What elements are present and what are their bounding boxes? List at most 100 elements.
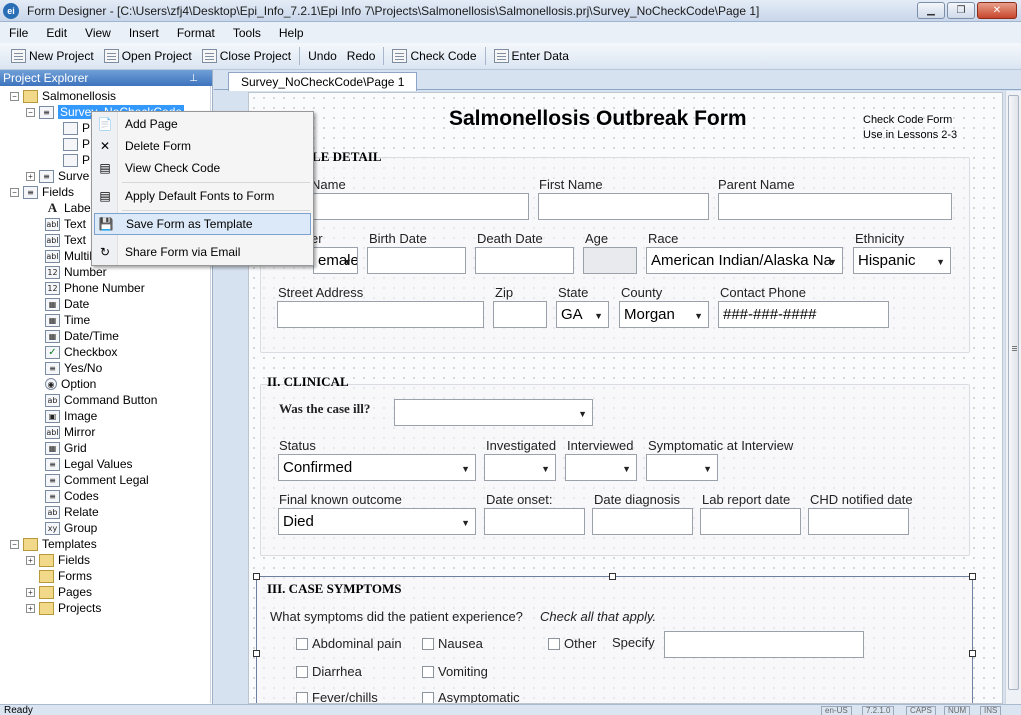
tree-page-node[interactable]: P	[63, 136, 90, 152]
tree-template-projects[interactable]: + Projects	[26, 600, 101, 616]
field-type-item[interactable]: abl Text	[45, 216, 86, 232]
new-project-button[interactable]: New Project	[6, 49, 99, 63]
expand-icon[interactable]: +	[26, 603, 35, 613]
field-type-item[interactable]: ≡ Codes	[45, 488, 99, 504]
field-type-item[interactable]: ab Command Button	[45, 392, 157, 408]
form-canvas[interactable]: Salmonellosis Outbreak Form Check Code F…	[248, 92, 1003, 704]
tree-templates-node[interactable]: − Templates	[10, 536, 97, 552]
open-project-button[interactable]: Open Project	[99, 49, 197, 63]
menu-item-view-check-code[interactable]: ▤ View Check Code	[94, 157, 311, 179]
county-dropdown[interactable]: Morgan ▼	[619, 301, 709, 328]
field-type-item[interactable]: ▦ Grid	[45, 440, 87, 456]
date-onset-field[interactable]	[484, 508, 585, 535]
first-name-field[interactable]	[538, 193, 709, 220]
menu-item-delete-form[interactable]: ✕ Delete Form	[94, 135, 311, 157]
tree-form-node[interactable]: + ≡ Surve	[26, 168, 89, 184]
menu-item-add-page[interactable]: 📄 Add Page	[94, 113, 311, 135]
undo-button[interactable]: Undo	[303, 49, 342, 63]
investigated-dropdown[interactable]: ▼	[484, 454, 556, 481]
ethnicity-dropdown[interactable]: Hispanic ▼	[853, 247, 951, 274]
enter-data-button[interactable]: Enter Data	[489, 49, 574, 63]
death-date-field[interactable]	[475, 247, 574, 274]
fever-chills-checkbox[interactable]	[296, 692, 308, 703]
nausea-checkbox[interactable]	[422, 638, 434, 650]
field-type-item[interactable]: ≡ Legal Values	[45, 456, 133, 472]
minimize-button[interactable]: ▁	[917, 2, 945, 19]
age-field[interactable]	[583, 247, 637, 274]
vomiting-checkbox[interactable]	[422, 666, 434, 678]
was-ill-dropdown[interactable]: ▼	[394, 399, 593, 426]
field-type-item[interactable]: A Label	[45, 200, 94, 216]
date-diagnosis-field[interactable]	[592, 508, 693, 535]
field-type-item[interactable]: xy Group	[45, 520, 97, 536]
birth-date-field[interactable]	[367, 247, 466, 274]
resize-handle[interactable]	[969, 573, 976, 580]
pin-icon[interactable]: ⊥	[189, 73, 198, 84]
close-button[interactable]: ✕	[977, 2, 1017, 19]
menu-file[interactable]: File	[0, 26, 37, 40]
tree-page-node[interactable]: P	[63, 152, 90, 168]
expand-icon[interactable]: +	[26, 555, 35, 565]
collapse-icon[interactable]: −	[26, 107, 35, 117]
last-name-field[interactable]	[313, 193, 529, 220]
specify-field[interactable]	[664, 631, 864, 658]
menu-help[interactable]: Help	[270, 26, 313, 40]
field-type-item[interactable]: 12 Number	[45, 264, 107, 280]
expand-icon[interactable]: +	[26, 587, 35, 597]
redo-button[interactable]: Redo	[342, 49, 381, 63]
field-type-item[interactable]: ✓ Checkbox	[45, 344, 117, 360]
field-type-item[interactable]: ▦ Date/Time	[45, 328, 119, 344]
scrollbar-thumb[interactable]	[1008, 95, 1019, 690]
lab-report-field[interactable]	[700, 508, 801, 535]
check-code-note[interactable]: Check Code Form Use in Lessons 2-3	[863, 113, 957, 143]
chd-notified-field[interactable]	[808, 508, 909, 535]
collapse-icon[interactable]: −	[10, 539, 19, 549]
collapse-icon[interactable]: −	[10, 91, 19, 101]
menu-view[interactable]: View	[76, 26, 120, 40]
menu-tools[interactable]: Tools	[224, 26, 270, 40]
collapse-icon[interactable]: −	[10, 187, 19, 197]
menu-insert[interactable]: Insert	[120, 26, 168, 40]
form-title[interactable]: Salmonellosis Outbreak Form	[449, 107, 747, 131]
field-type-item[interactable]: ▣ Image	[45, 408, 97, 424]
tree-project-node[interactable]: − Salmonellosis	[10, 88, 116, 104]
tree-template-forms[interactable]: Forms	[39, 568, 92, 584]
contact-phone-field[interactable]: ###-###-####	[718, 301, 889, 328]
resize-handle[interactable]	[969, 650, 976, 657]
menu-item-share-email[interactable]: ↻ Share Form via Email	[94, 241, 311, 263]
menu-format[interactable]: Format	[168, 26, 224, 40]
tab-page-1[interactable]: Survey_NoCheckCode\Page 1	[228, 72, 418, 91]
field-type-item[interactable]: ≡ Comment Legal	[45, 472, 149, 488]
state-dropdown[interactable]: GA ▼	[556, 301, 609, 328]
resize-handle[interactable]	[253, 573, 260, 580]
close-project-button[interactable]: Close Project	[197, 49, 296, 63]
field-type-item[interactable]: abl Mirror	[45, 424, 95, 440]
vertical-scrollbar[interactable]	[1005, 91, 1021, 704]
check-code-button[interactable]: Check Code	[387, 49, 481, 63]
field-type-item[interactable]: abl Text	[45, 232, 86, 248]
field-type-item[interactable]: ≡ Yes/No	[45, 360, 102, 376]
menu-item-apply-fonts[interactable]: ▤ Apply Default Fonts to Form	[94, 185, 311, 207]
expand-icon[interactable]: +	[26, 171, 35, 181]
parent-name-field[interactable]	[718, 193, 952, 220]
field-type-item[interactable]: ◉ Option	[45, 376, 96, 392]
outcome-dropdown[interactable]: Died ▼	[278, 508, 476, 535]
diarrhea-checkbox[interactable]	[296, 666, 308, 678]
street-field[interactable]	[277, 301, 484, 328]
abdominal-pain-checkbox[interactable]	[296, 638, 308, 650]
resize-handle[interactable]	[609, 573, 616, 580]
field-type-item[interactable]: 12 Phone Number	[45, 280, 145, 296]
menu-item-save-template[interactable]: 💾 Save Form as Template	[94, 213, 311, 235]
asymptomatic-checkbox[interactable]	[422, 692, 434, 703]
menu-edit[interactable]: Edit	[37, 26, 76, 40]
status-dropdown[interactable]: Confirmed ▼	[278, 454, 476, 481]
field-type-item[interactable]: abl Multili	[45, 248, 95, 264]
tree-template-fields[interactable]: + Fields	[26, 552, 90, 568]
field-type-item[interactable]: ▦ Time	[45, 312, 90, 328]
field-type-item[interactable]: ▦ Date	[45, 296, 89, 312]
restore-button[interactable]: ❐	[947, 2, 975, 19]
symptomatic-dropdown[interactable]: ▼	[646, 454, 718, 481]
zip-field[interactable]	[493, 301, 547, 328]
interviewed-dropdown[interactable]: ▼	[565, 454, 637, 481]
field-type-item[interactable]: ab Relate	[45, 504, 99, 520]
